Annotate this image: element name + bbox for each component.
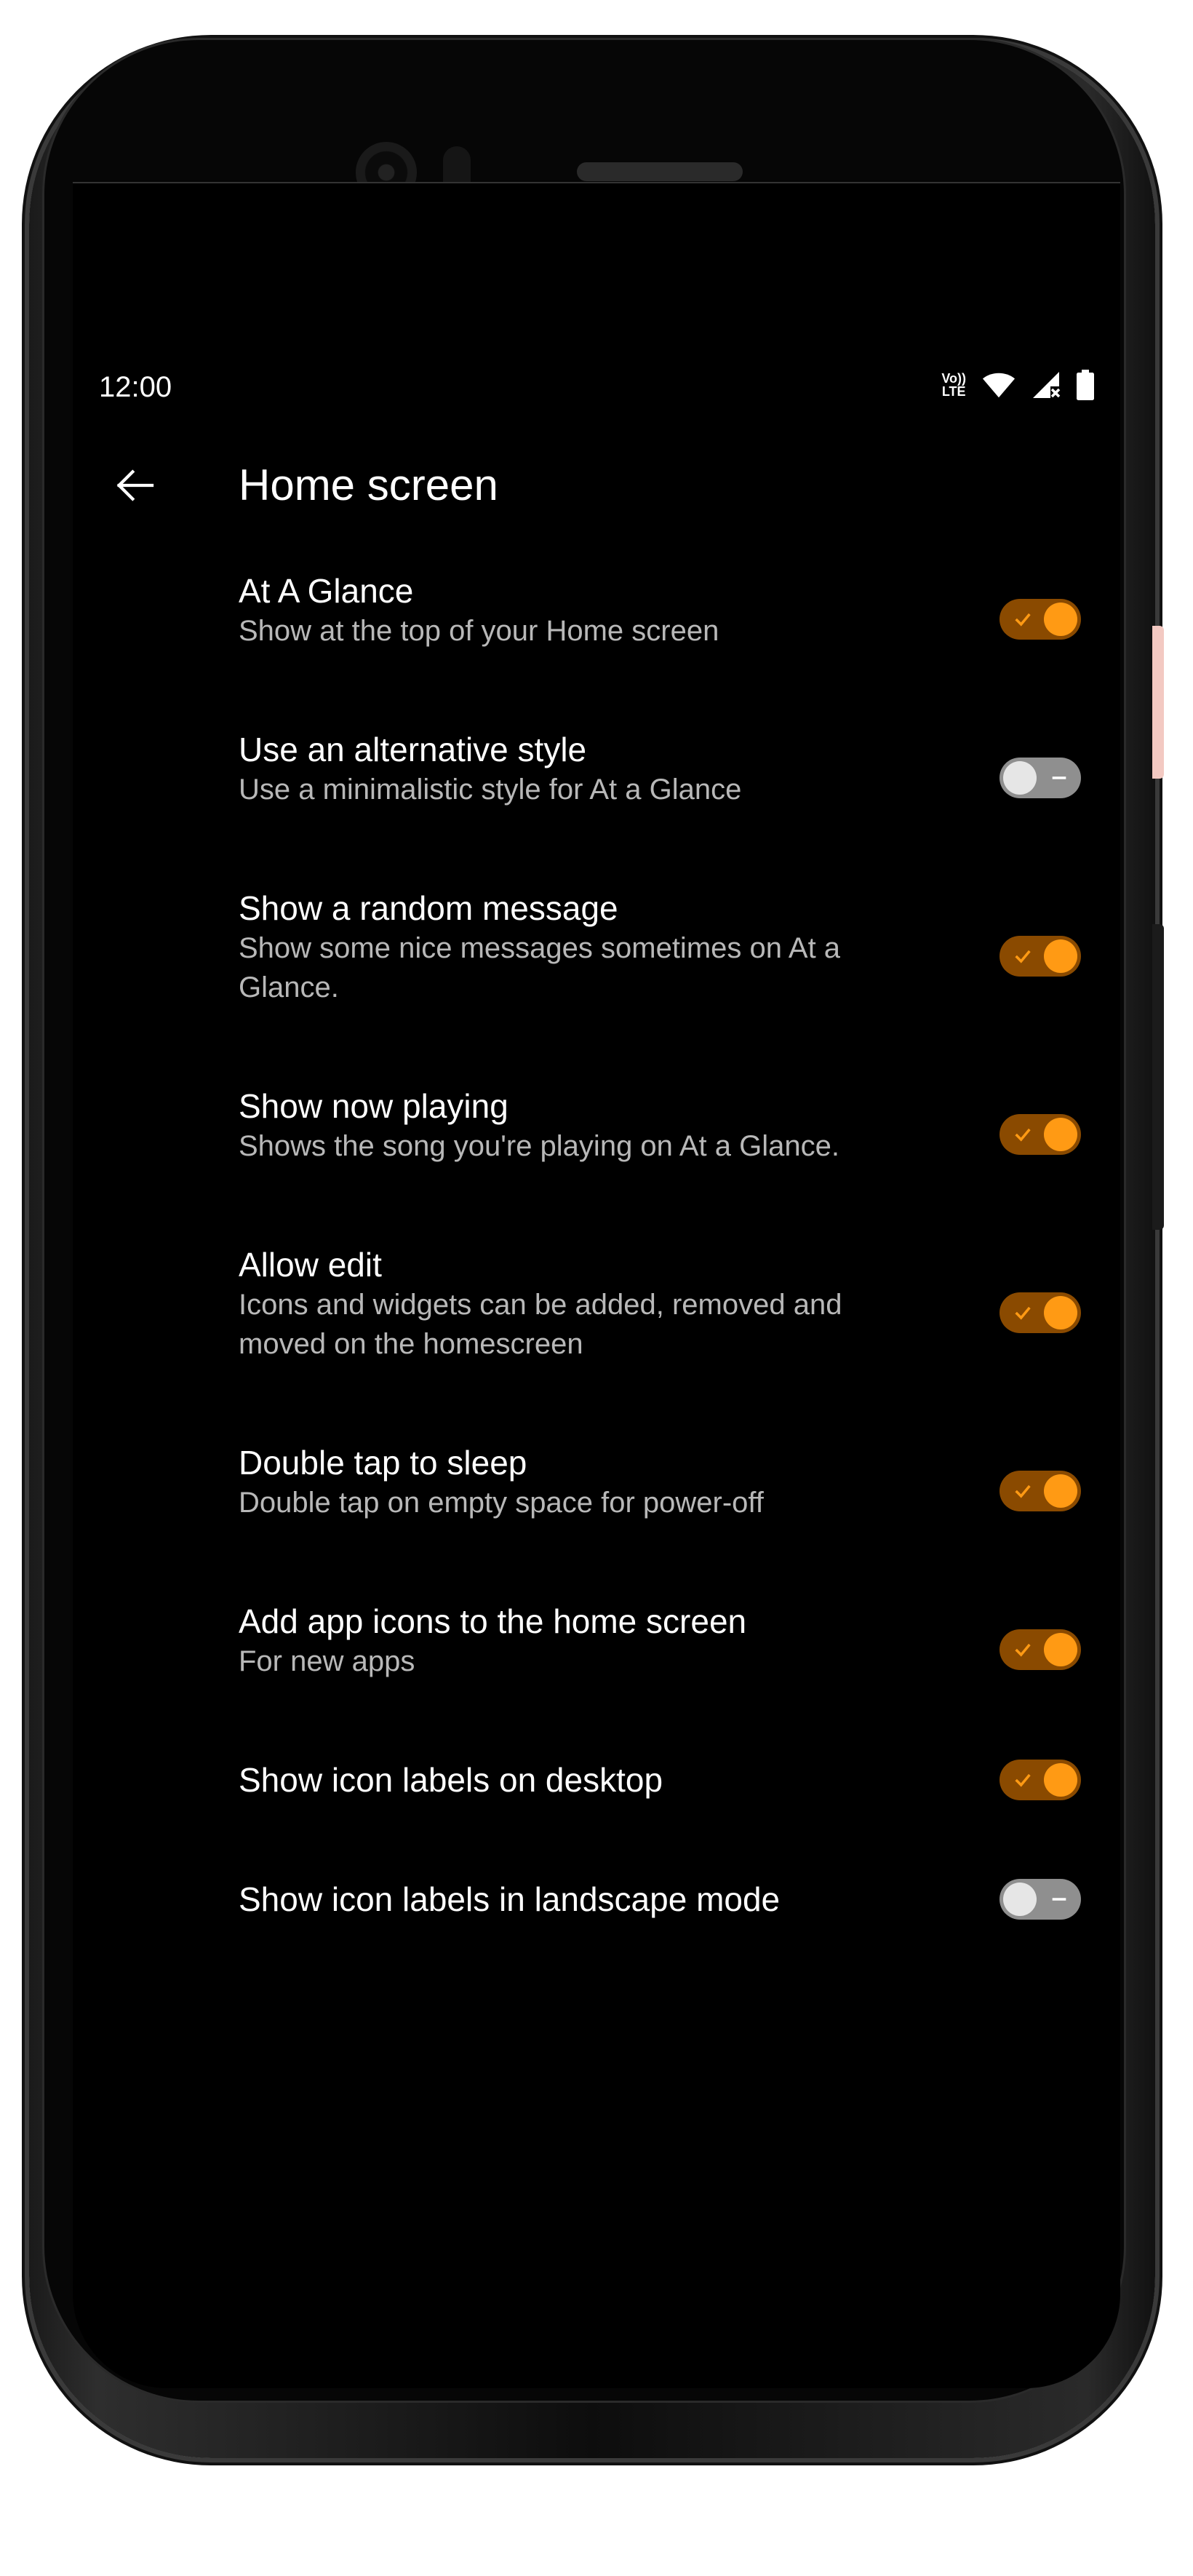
screen: 12:00 Vo)) LTE Home screen At A Glance S… <box>73 182 1120 2388</box>
power-button <box>1152 924 1164 1230</box>
status-time: 12:00 <box>99 371 172 403</box>
toggle-thumb <box>1044 1633 1077 1666</box>
check-icon <box>1008 1760 1037 1800</box>
volte-top-label: Vo)) <box>941 371 966 386</box>
setting-title: Double tap to sleep <box>239 1444 527 1482</box>
setting-title: Allow edit <box>239 1246 382 1284</box>
check-icon <box>1008 1471 1037 1511</box>
setting-text: At A Glance Show at the top of your Home… <box>239 571 937 651</box>
toggle-switch-off[interactable] <box>1000 1879 1081 1920</box>
toggle-thumb <box>1044 939 1077 973</box>
volte-bottom-label: LTE <box>941 384 966 399</box>
toggle-switch-on[interactable] <box>1000 1629 1081 1670</box>
status-bar: 12:00 Vo)) LTE <box>73 365 1120 409</box>
toggle-switch-on[interactable] <box>1000 1471 1081 1511</box>
toggle-thumb <box>1003 761 1037 795</box>
setting-title: Show a random message <box>239 889 618 927</box>
setting-summary: Show some nice messages sometimes on At … <box>239 932 841 1003</box>
volte-icon: Vo)) LTE <box>941 372 966 398</box>
setting-title: Show icon labels in landscape mode <box>239 1880 781 1918</box>
setting-icon-labels-landscape[interactable]: Show icon labels in landscape mode <box>73 1870 1120 1965</box>
check-icon <box>1008 1114 1037 1155</box>
toggle-switch-on[interactable] <box>1000 1760 1081 1800</box>
toggle-switch-on[interactable] <box>1000 1114 1081 1155</box>
setting-text: Show now playing Shows the song you're p… <box>239 1086 937 1166</box>
setting-add-app-icons[interactable]: Add app icons to the home screen For new… <box>73 1592 1120 1716</box>
toggle-thumb <box>1044 1474 1077 1508</box>
setting-text: Show icon labels on desktop <box>239 1760 937 1800</box>
setting-double-tap-sleep[interactable]: Double tap to sleep Double tap on empty … <box>73 1434 1120 1557</box>
setting-icon-labels-desktop[interactable]: Show icon labels on desktop <box>73 1751 1120 1845</box>
setting-text: Double tap to sleep Double tap on empty … <box>239 1442 937 1522</box>
setting-alternative-style[interactable]: Use an alternative style Use a minimalis… <box>73 720 1120 844</box>
back-button[interactable] <box>102 453 167 518</box>
wifi-icon <box>982 373 1016 398</box>
check-icon <box>1008 936 1037 977</box>
toggle-thumb <box>1044 1763 1077 1797</box>
arrow-back-icon <box>116 469 154 501</box>
setting-summary: Show at the top of your Home screen <box>239 615 719 647</box>
setting-text: Allow edit Icons and widgets can be adde… <box>239 1244 937 1364</box>
battery-icon <box>1077 370 1094 400</box>
earpiece-speaker <box>577 162 743 181</box>
cell-signal-no-service-icon <box>1033 372 1061 398</box>
toggle-thumb <box>1044 1296 1077 1329</box>
toggle-thumb <box>1044 603 1077 636</box>
setting-summary: Double tap on empty space for power-off <box>239 1487 764 1519</box>
setting-summary: Use a minimalistic style for At a Glance <box>239 774 742 806</box>
setting-summary: For new apps <box>239 1645 415 1677</box>
check-icon <box>1008 1292 1037 1333</box>
toggle-switch-on[interactable] <box>1000 936 1081 977</box>
setting-summary: Icons and widgets can be added, removed … <box>239 1289 842 1360</box>
setting-title: Add app icons to the home screen <box>239 1602 747 1640</box>
app-bar: Home screen <box>73 438 1120 533</box>
setting-random-message[interactable]: Show a random message Show some nice mes… <box>73 879 1120 1039</box>
side-key-button <box>1152 626 1164 779</box>
toggle-thumb <box>1003 1883 1037 1916</box>
check-icon <box>1008 1629 1037 1670</box>
setting-text: Use an alternative style Use a minimalis… <box>239 729 937 809</box>
page-title: Home screen <box>239 461 498 509</box>
toggle-switch-off[interactable] <box>1000 758 1081 798</box>
setting-text: Show a random message Show some nice mes… <box>239 888 937 1007</box>
toggle-thumb <box>1044 1118 1077 1151</box>
setting-allow-edit[interactable]: Allow edit Icons and widgets can be adde… <box>73 1236 1120 1396</box>
toggle-switch-on[interactable] <box>1000 599 1081 640</box>
minus-icon <box>1045 758 1074 798</box>
setting-now-playing[interactable]: Show now playing Shows the song you're p… <box>73 1077 1120 1201</box>
setting-title: At A Glance <box>239 572 414 610</box>
setting-title: Use an alternative style <box>239 731 587 768</box>
minus-icon <box>1045 1879 1074 1920</box>
setting-summary: Shows the song you're playing on At a Gl… <box>239 1130 839 1162</box>
setting-title: Show icon labels on desktop <box>239 1761 663 1799</box>
setting-at-a-glance[interactable]: At A Glance Show at the top of your Home… <box>73 562 1120 685</box>
setting-text: Show icon labels in landscape mode <box>239 1879 937 1920</box>
check-icon <box>1008 599 1037 640</box>
setting-title: Show now playing <box>239 1087 508 1125</box>
setting-text: Add app icons to the home screen For new… <box>239 1601 937 1681</box>
status-icons: Vo)) LTE <box>941 370 1094 400</box>
toggle-switch-on[interactable] <box>1000 1292 1081 1333</box>
